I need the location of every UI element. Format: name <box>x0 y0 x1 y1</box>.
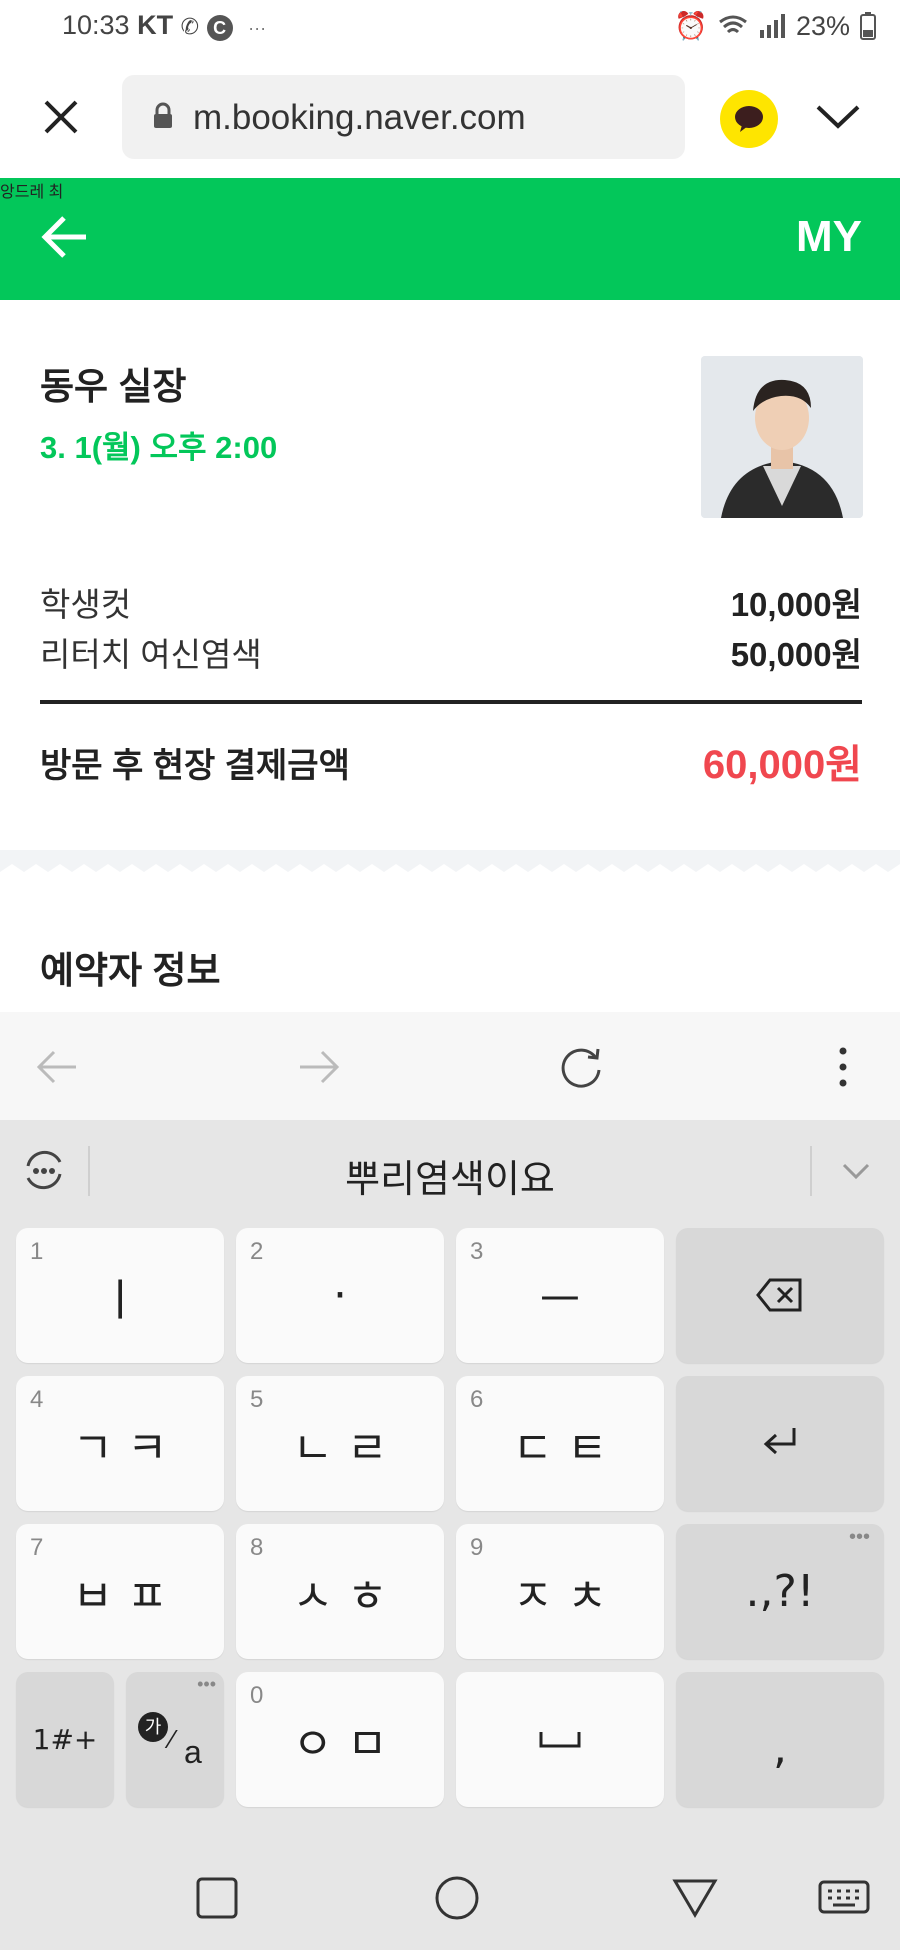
browser-nav-bar <box>0 1012 900 1120</box>
symbols-key[interactable]: 1#+ <box>16 1672 114 1807</box>
service-name: 학생컷 <box>40 586 132 623</box>
total-amount: 60,000원 <box>702 743 862 787</box>
booking-datetime: 3. 1(월) 오후 2:00 <box>40 430 278 465</box>
service-price: 10,000원 <box>730 586 862 623</box>
suggestion-separator <box>810 1146 812 1196</box>
backspace-icon <box>756 1278 802 1312</box>
key-1[interactable]: 1ㅣ <box>16 1228 224 1363</box>
key-9[interactable]: 9ㅈ ㅊ <box>456 1524 664 1659</box>
more-options-icon: ••• <box>197 1674 216 1694</box>
hangul-badge-icon: 가 <box>138 1712 168 1742</box>
key-6[interactable]: 6ㄷ ㅌ <box>456 1376 664 1511</box>
designer-name: 동우 실장 <box>40 366 187 407</box>
backspace-key[interactable] <box>676 1228 884 1363</box>
divider <box>40 700 862 704</box>
key-2[interactable]: 2 · <box>236 1228 444 1363</box>
enter-icon <box>763 1428 796 1455</box>
status-right: ⏰ 23% <box>674 10 876 42</box>
key-8[interactable]: 8ㅅ ㅎ <box>236 1524 444 1659</box>
home-icon[interactable] <box>434 1875 480 1921</box>
enter-key[interactable] <box>676 1376 884 1511</box>
alarm-icon: ⏰ <box>674 11 708 41</box>
back-arrow-icon[interactable] <box>40 214 90 260</box>
carrier-label: KT <box>137 10 174 40</box>
more-notifications-icon: ··· <box>248 18 267 38</box>
service-name: 리터치 여신염색 <box>40 636 262 673</box>
call-icon: ✆ <box>180 14 200 39</box>
zigzag-divider <box>0 850 900 880</box>
forward-icon[interactable] <box>296 1048 342 1086</box>
more-vert-icon[interactable] <box>836 1046 850 1088</box>
refresh-icon[interactable] <box>558 1044 604 1090</box>
comma-key[interactable]: , <box>676 1672 884 1807</box>
key-4[interactable]: 4ㄱ ㅋ <box>16 1376 224 1511</box>
latin-label: a <box>184 1734 202 1770</box>
lock-icon <box>154 102 172 128</box>
battery-icon <box>860 12 876 40</box>
kakaotalk-icon[interactable] <box>720 90 778 148</box>
wifi-icon <box>719 15 747 34</box>
back-icon[interactable] <box>34 1048 80 1086</box>
service-price: 50,000원 <box>730 636 862 673</box>
recent-apps-icon[interactable] <box>195 1876 239 1920</box>
status-bar: 10:33 KT ✆ C ··· ⏰ 23% <box>0 0 900 56</box>
key-0[interactable]: 0ㅇ ㅁ <box>236 1672 444 1807</box>
c-icon: C <box>206 15 233 41</box>
back-triangle-icon[interactable] <box>672 1878 718 1918</box>
chevron-down-icon[interactable] <box>815 102 861 132</box>
expand-suggestions-icon[interactable] <box>842 1162 870 1180</box>
service-row: 학생컷 10,000원 <box>40 578 862 626</box>
section-title: 예약자 정보 <box>40 950 221 991</box>
slash-glyph: ⁄ <box>170 1724 175 1754</box>
language-switch-key[interactable]: ••• 가 ⁄ a <box>126 1672 224 1807</box>
my-button[interactable]: MY <box>796 212 862 262</box>
space-key[interactable] <box>456 1672 664 1807</box>
punctuation-key[interactable]: ••• .,?! <box>676 1524 884 1659</box>
key-7[interactable]: 7ㅂ ㅍ <box>16 1524 224 1659</box>
page-title: 앙드레 최 <box>0 184 64 201</box>
designer-photo <box>701 356 863 518</box>
signal-icon <box>759 14 785 38</box>
battery-percent: 23% <box>795 10 850 41</box>
close-icon[interactable] <box>42 98 80 136</box>
url-text[interactable]: m.booking.naver.com <box>193 98 526 138</box>
key-3[interactable]: 3ㅡ <box>456 1228 664 1363</box>
total-label: 방문 후 현장 결제금액 <box>40 747 350 785</box>
status-time: 10:33 KT ✆ C ··· <box>62 10 267 41</box>
keyboard-hide-icon[interactable] <box>818 1880 870 1918</box>
key-5[interactable]: 5ㄴ ㄹ <box>236 1376 444 1511</box>
service-row: 리터치 여신염색 50,000원 <box>40 628 862 676</box>
space-icon <box>539 1732 581 1748</box>
